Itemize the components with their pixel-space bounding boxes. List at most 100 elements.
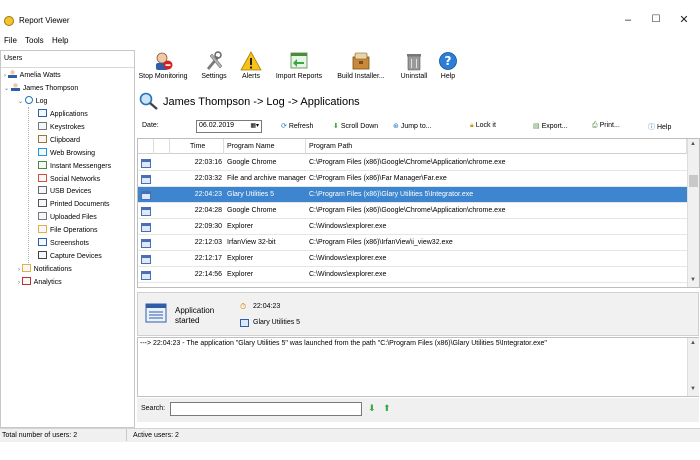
tree-item-instant-messengers[interactable]: Instant Messengers	[38, 160, 111, 173]
message-scroll-up-icon[interactable]: ▲	[690, 340, 696, 346]
trash-icon	[407, 54, 421, 71]
help-filter-button[interactable]: ⓘ Help	[648, 122, 671, 132]
tree-item-clipboard[interactable]: Clipboard	[38, 134, 80, 147]
maximize-button[interactable]: ☐	[646, 13, 666, 27]
export-button[interactable]: ▤ Export...	[533, 122, 568, 130]
alerts-button[interactable]: Alerts	[238, 51, 264, 80]
status-divider	[126, 429, 127, 441]
tree-item-amelia-watts[interactable]: › Amelia Watts	[4, 70, 61, 82]
page-title: James Thompson -> Log -> Applications	[163, 96, 360, 108]
import-reports-button[interactable]: Import Reports	[273, 51, 325, 80]
tree-item-usb-devices[interactable]: USB Devices	[38, 186, 91, 198]
program-path-column-header[interactable]: Program Path	[306, 139, 687, 154]
tree-item-label: USB Devices	[50, 188, 92, 196]
table-row[interactable]: 22:03:16 Google Chrome C:\Program Files (x…	[138, 155, 687, 171]
message-scroll-down-icon[interactable]: ▼	[690, 386, 696, 392]
collapse-icon[interactable]: ⌄	[4, 86, 11, 92]
stop-monitoring-button[interactable]: Stop Monitoring	[137, 51, 189, 80]
cell-program-name: Google Chrome	[227, 159, 277, 166]
close-button[interactable]: ✕	[674, 13, 694, 27]
jump-to-button[interactable]: ⊛ Jump to...	[393, 122, 432, 130]
import-icon	[290, 52, 308, 69]
program-name-column-header[interactable]: Program Name	[224, 139, 306, 154]
tree-item-social-networks[interactable]: Social Networks	[38, 173, 100, 186]
tree-item-label: Log	[35, 98, 48, 105]
cell-time: 22:12:17	[194, 255, 222, 262]
tree-item-web-browsing[interactable]: Web Browsing	[38, 147, 95, 160]
window-title: Report Viewer	[19, 16, 70, 25]
tree-item-screenshots[interactable]: Screenshots	[38, 238, 89, 250]
cell-program-name: IrfanView 32-bit	[227, 239, 276, 246]
tree-item-uploaded-files[interactable]: Uploaded Files	[38, 212, 97, 224]
message-text: ---> 22:04:23 - The application "Glary U…	[140, 340, 547, 347]
tree-item-james-thompson[interactable]: ⌄ James Thompson	[4, 83, 78, 95]
status-bar	[0, 428, 700, 442]
build-installer-button[interactable]: Build Installer...	[335, 51, 387, 80]
collapse-icon[interactable]: ⌄	[18, 99, 25, 105]
scroll-thumb[interactable]	[689, 175, 698, 187]
tree-item-printed-documents[interactable]: Printed Documents	[38, 199, 110, 211]
table-row[interactable]: 22:14:56 Explorer C:\Windows\explorer.exe	[138, 267, 687, 283]
date-picker[interactable]: 06.02.2019 ▦▾	[196, 120, 262, 133]
menu-file[interactable]: File	[4, 36, 17, 45]
search-previous-icon[interactable]: ⬆	[383, 403, 391, 414]
scroll-up-icon[interactable]: ▲	[690, 141, 696, 147]
scroll-down-button[interactable]: ⬇ Scroll Down	[333, 122, 378, 130]
time-column-header[interactable]: Time	[170, 139, 224, 154]
tree-item-notifications[interactable]: › Notifications	[18, 263, 72, 276]
tree-item-applications[interactable]: Applications	[38, 109, 88, 121]
app-window-icon	[141, 191, 151, 200]
table-row[interactable]: 22:04:28 Google Chrome C:\Program Files (x…	[138, 203, 687, 219]
cell-program-path: C:\Windows\explorer.exe	[309, 223, 387, 230]
arrow-down-icon: ⬇	[333, 123, 339, 130]
cell-program-name: Google Chrome	[227, 207, 277, 214]
table-row[interactable]: 22:03:32 File and archive manager C:\Progr…	[138, 171, 687, 187]
tree-item-analytics[interactable]: › Analytics	[18, 276, 62, 289]
settings-button[interactable]: Settings	[197, 51, 231, 80]
active-users-status: Active users: 2	[133, 432, 179, 439]
menu-help[interactable]: Help	[52, 36, 68, 45]
uninstall-button[interactable]: Uninstall	[397, 51, 431, 80]
search-input[interactable]	[170, 402, 362, 416]
jump-icon: ⊛	[393, 123, 399, 130]
folder-icon	[38, 225, 47, 234]
calendar-dropdown-icon[interactable]: ▦▾	[250, 122, 259, 129]
date-value: 06.02.2019	[199, 122, 235, 129]
tree-item-log[interactable]: ⌄ Log	[18, 96, 47, 108]
message-scrollbar[interactable]: ▲ ▼	[687, 338, 699, 396]
refresh-icon: ⟳	[281, 123, 287, 130]
help-icon: ?	[439, 52, 457, 70]
search-next-icon[interactable]: ⬇	[368, 403, 376, 414]
table-row[interactable]: 22:12:03 IrfanView 32-bit C:\Program Files…	[138, 235, 687, 251]
monitor-icon	[38, 238, 47, 246]
event-program: Glary Utilities 5	[253, 319, 301, 326]
tree-item-label: Applications	[50, 111, 88, 118]
cell-time: 22:09:30	[194, 223, 222, 230]
print-button[interactable]: ⎙ Print...	[592, 122, 620, 130]
menu-tools[interactable]: Tools	[25, 36, 44, 45]
tree-item-keystrokes[interactable]: Keystrokes	[38, 121, 85, 134]
table-row[interactable]: 22:12:17 Explorer C:\Windows\explorer.exe	[138, 251, 687, 267]
tree-item-label: Amelia Watts	[19, 72, 61, 79]
event-details	[137, 292, 699, 336]
title-bar	[0, 0, 700, 33]
event-type-line1: Application	[175, 306, 215, 315]
tools-icon	[207, 51, 223, 70]
minimize-button[interactable]: –	[618, 13, 638, 27]
tree-item-file-operations[interactable]: File Operations	[38, 225, 97, 237]
table-scrollbar[interactable]: ▲ ▼	[687, 139, 699, 287]
table-row[interactable]: 22:04:23 Glary Utilities 5 C:\Program File…	[138, 187, 687, 203]
applications-icon	[38, 109, 47, 117]
lock-it-button[interactable]: 🔒︎ Lock it	[470, 122, 496, 130]
table-row[interactable]: 22:09:30 Explorer C:\Windows\explorer.exe	[138, 219, 687, 235]
table-header: Time Program Name Program Path	[138, 139, 687, 154]
scroll-down-icon[interactable]: ▼	[690, 277, 696, 283]
refresh-button[interactable]: ⟳ Refresh	[281, 122, 313, 130]
program-window-icon	[240, 319, 249, 327]
cell-program-path: C:\Windows\explorer.exe	[309, 255, 387, 262]
cell-program-path: C:\Windows\explorer.exe	[309, 271, 387, 278]
user-icon	[10, 83, 20, 91]
help-toolbar-button[interactable]: ? Help	[437, 51, 459, 80]
tree-item-capture-devices[interactable]: Capture Devices	[38, 250, 102, 263]
tree-item-label: Printed Documents	[50, 201, 110, 209]
